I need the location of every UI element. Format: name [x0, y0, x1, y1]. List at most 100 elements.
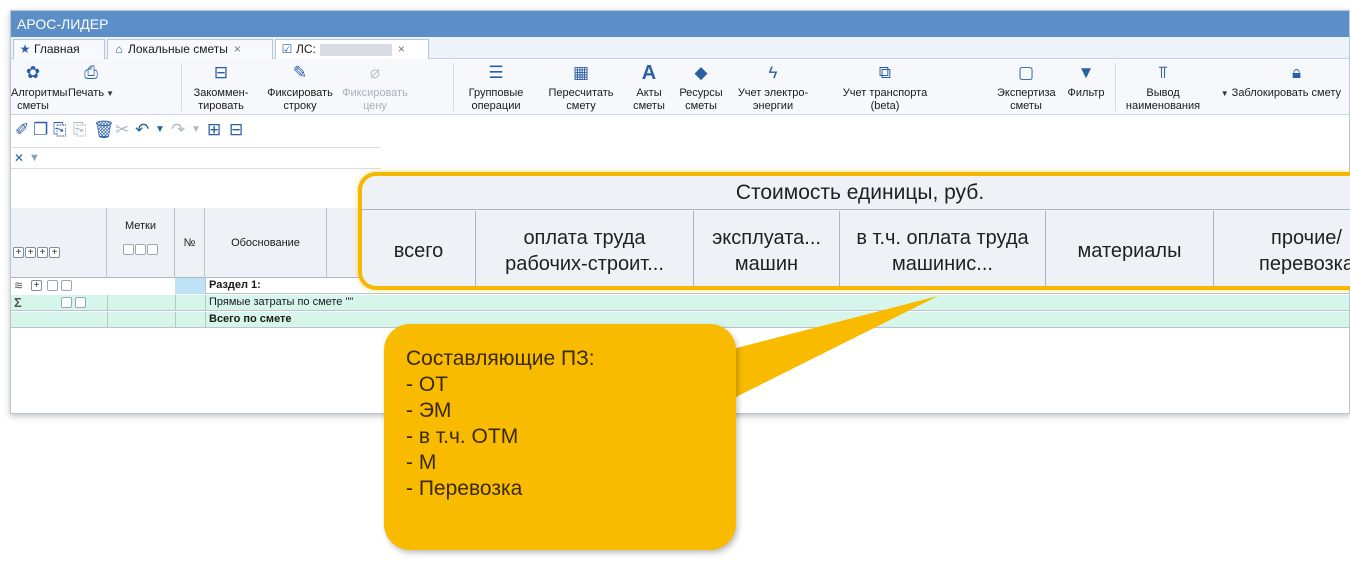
column-machinist-labor[interactable]: в т.ч. оплата труда машинис... — [840, 211, 1046, 286]
cut-icon[interactable]: ✂ — [115, 119, 129, 141]
expertise-button[interactable]: ▢ Экспертиза сметы — [997, 59, 1056, 115]
mark-box — [61, 297, 72, 308]
column-number[interactable]: № — [175, 208, 205, 278]
chevron-down-icon[interactable]: ▼ — [191, 119, 201, 141]
callout-line: - Перевозка — [406, 477, 523, 500]
column-total[interactable]: всего — [362, 211, 476, 286]
filter-button[interactable]: ▼ Фильтр — [1061, 59, 1111, 115]
mark-box — [47, 280, 58, 291]
layers-icon: ≋ — [14, 280, 24, 292]
paste-icon[interactable]: ⎘ — [53, 119, 67, 141]
callout-line: Составляющие ПЗ: — [406, 347, 595, 370]
pin-icon: ✎ — [292, 63, 308, 82]
funnel-icon: ▼ — [1077, 63, 1095, 82]
recalculate-button[interactable]: ▦ Пересчитать смету — [539, 59, 623, 115]
expand-icon[interactable]: + — [49, 247, 60, 258]
expand-all-icon[interactable]: ⊞ — [207, 119, 221, 141]
cell-divider — [175, 295, 176, 311]
comment-button[interactable]: ⊟ Закоммен-тировать — [181, 59, 261, 115]
comment-box-icon: ⊟ — [213, 63, 229, 82]
table-row[interactable]: Σ Прямые затраты по смете "" — [11, 295, 1349, 311]
clear-filter-icon[interactable]: ✕ — [14, 148, 24, 168]
cell-divider — [205, 312, 206, 328]
app-title: АРОС-ЛИДЕР — [11, 11, 1349, 37]
column-marks-label: Метки — [124, 220, 157, 232]
expand-icon[interactable]: + — [13, 247, 24, 258]
close-icon[interactable]: × — [398, 42, 405, 56]
chevron-down-icon: ▼ — [106, 89, 114, 98]
redacted-name — [319, 43, 392, 56]
lightning-icon: ϟ — [768, 63, 778, 82]
tab-main[interactable]: ★ Главная — [13, 39, 105, 59]
callout-bubble: Составляющие ПЗ: - ОТ - ЭМ - в т.ч. ОТМ … — [384, 324, 736, 550]
sigma-icon: Σ — [14, 295, 22, 310]
filter-row: ✕ ▼ — [11, 147, 381, 169]
tab-ls-label: ЛС: — [296, 42, 316, 56]
home-icon: ⌂ — [115, 42, 123, 56]
close-icon[interactable]: × — [234, 42, 241, 56]
callout-line: - ЭМ — [406, 399, 452, 422]
column-machines[interactable]: эксплуата... машин — [694, 211, 840, 286]
resources-button[interactable]: ◆ Ресурсы сметы — [673, 59, 729, 115]
tab-bar: ★ Главная ⌂ Локальные сметы × ☑ ЛС: × — [11, 37, 1349, 60]
star-icon: ★ — [19, 42, 31, 56]
copy-icon[interactable]: ❐ — [33, 119, 48, 141]
redo-icon[interactable]: ↷ — [171, 119, 185, 141]
document-search-icon: ▢ — [1017, 63, 1035, 82]
mark-box — [146, 244, 158, 255]
cell-divider — [205, 278, 206, 294]
group-operations-button[interactable]: ☰ Групповые операции — [455, 59, 537, 115]
fix-price-button[interactable]: ⌀ Фиксировать цену — [339, 59, 411, 115]
chevron-down-icon[interactable]: ▼ — [155, 119, 165, 141]
quick-actions-bar: ✐ ❐ ⎘ ⎘ 🗑︎ ✂ ↶ ▼ ↷ ▼ ⊞ ⊟ — [11, 115, 1349, 145]
mark-box — [122, 244, 134, 255]
trash-icon[interactable]: 🗑︎ — [93, 119, 115, 141]
column-other-transport[interactable]: прочие/ перевозка — [1214, 211, 1350, 286]
edit-icon[interactable]: ✐ — [15, 119, 29, 141]
name-output-button[interactable]: ⫪ Вывод наименования — [1125, 59, 1201, 115]
chevron-down-icon: ▼ — [1220, 89, 1229, 98]
column-labor[interactable]: оплата труда рабочих-строит... — [476, 211, 694, 286]
lock-estimate-button[interactable]: 🔒︎ ▼ Заблокировать смету — [1207, 59, 1341, 115]
row-text: Прямые затраты по смете "" — [209, 296, 354, 308]
paperclip-icon: ⌀ — [369, 63, 381, 82]
collapse-all-icon[interactable]: ⊟ — [229, 119, 243, 141]
acts-button[interactable]: A Акты сметы — [627, 59, 671, 115]
cube-icon: ◆ — [694, 63, 708, 82]
printer-icon: ⎙ — [84, 63, 98, 82]
cell-divider — [107, 312, 108, 328]
column-materials[interactable]: материалы — [1046, 211, 1214, 286]
transport-button[interactable]: ⧉ Учет транспорта (beta) — [835, 59, 935, 115]
calculator-icon: ▦ — [572, 63, 590, 82]
row-text: Всего по смете — [209, 313, 292, 325]
mark-box — [61, 280, 72, 291]
tab-local-estimates[interactable]: ⌂ Локальные сметы × — [107, 39, 273, 59]
expand-icon[interactable]: + — [25, 247, 36, 258]
document-check-icon: ☑ — [281, 42, 293, 56]
expand-icon[interactable]: + — [31, 280, 42, 291]
row-text: Раздел 1: — [209, 279, 261, 291]
letter-a-icon: A — [641, 62, 657, 84]
column-marks[interactable]: Метки — [107, 208, 175, 278]
paste-special-icon[interactable]: ⎘ — [73, 119, 87, 141]
fix-row-button[interactable]: ✎ Фиксировать строку — [263, 59, 337, 115]
print-button[interactable]: ⎙ Печать ▼ — [57, 59, 125, 115]
tab-main-label: Главная — [34, 42, 80, 56]
map-icon: ⧉ — [878, 63, 892, 82]
text-height-icon: ⫪ — [1158, 63, 1168, 82]
mark-box — [134, 244, 146, 255]
row-number-cell — [175, 278, 205, 294]
algorithms-button[interactable]: ✿ Алгоритмы сметы — [11, 59, 67, 115]
mark-box — [75, 297, 86, 308]
cell-divider — [107, 295, 108, 311]
electricity-button[interactable]: ϟ Учет электро-энергии — [731, 59, 815, 115]
column-basis[interactable]: Обоснование — [205, 208, 327, 278]
cost-header-highlight: Стоимость единицы, руб. всего оплата тру… — [358, 172, 1350, 290]
tab-ls[interactable]: ☑ ЛС: × — [275, 39, 429, 60]
tab-local-estimates-label: Локальные сметы — [128, 42, 228, 56]
undo-icon[interactable]: ↶ — [135, 119, 149, 141]
cell-divider — [205, 295, 206, 311]
expand-icon[interactable]: + — [37, 247, 48, 258]
gear-icon: ✿ — [25, 63, 41, 82]
ribbon-toolbar: ✿ Алгоритмы сметы ⎙ Печать ▼ ⊟ Закоммен-тиро… — [11, 59, 1349, 115]
